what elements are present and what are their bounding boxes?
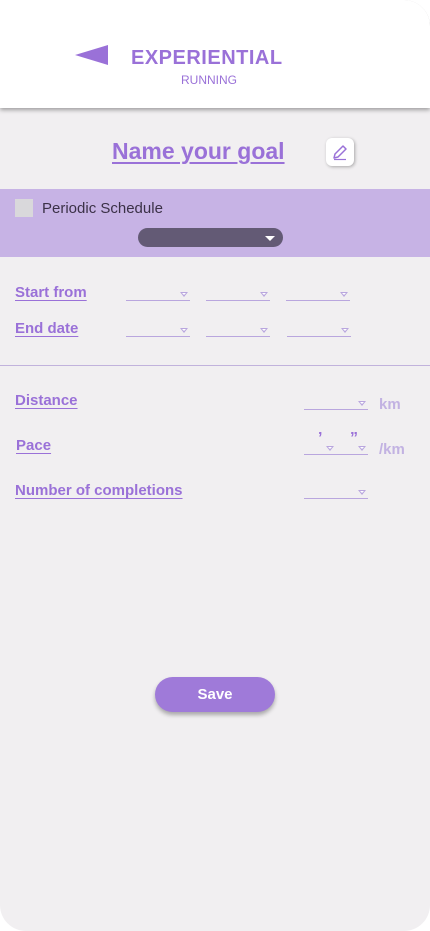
save-button[interactable]: Save <box>155 677 275 712</box>
dropdown-arrow-icon <box>358 401 366 406</box>
dropdown-arrow-icon <box>358 446 366 451</box>
end-month-dropdown[interactable] <box>206 326 270 337</box>
pencil-icon <box>333 145 347 161</box>
start-year-dropdown[interactable] <box>286 290 350 301</box>
dropdown-arrow-icon <box>260 292 268 297</box>
pace-minutes-dropdown[interactable] <box>304 444 336 455</box>
app-subtitle: RUNNING <box>181 73 237 87</box>
dropdown-arrow-icon <box>326 446 334 451</box>
start-from-label: Start from <box>15 284 87 301</box>
section-divider <box>0 365 430 366</box>
dropdown-arrow-icon <box>340 292 348 297</box>
dropdown-arrow-icon <box>260 328 268 333</box>
end-year-dropdown[interactable] <box>287 326 351 337</box>
end-date-label: End date <box>15 320 79 337</box>
schedule-select[interactable] <box>138 228 283 247</box>
dropdown-arrow-icon <box>358 490 366 495</box>
pace-label: Pace <box>16 437 52 454</box>
pace-seconds-dropdown[interactable] <box>336 444 368 455</box>
dropdown-arrow-icon <box>341 328 349 333</box>
chevron-down-icon <box>265 236 275 241</box>
end-day-dropdown[interactable] <box>126 326 190 337</box>
app-header: EXPERIENTIAL RUNNING <box>0 0 430 108</box>
distance-dropdown[interactable] <box>304 399 368 410</box>
dropdown-arrow-icon <box>180 292 188 297</box>
distance-label: Distance <box>15 392 78 409</box>
goal-name-title[interactable]: Name your goal <box>112 138 285 165</box>
start-month-dropdown[interactable] <box>206 290 270 301</box>
back-triangle-icon[interactable] <box>75 45 108 65</box>
start-day-dropdown[interactable] <box>126 290 190 301</box>
periodic-schedule-label: Periodic Schedule <box>42 200 163 217</box>
edit-goal-button[interactable] <box>326 138 354 166</box>
pace-unit: /km <box>379 441 405 458</box>
dropdown-arrow-icon <box>180 328 188 333</box>
app-screen: EXPERIENTIAL RUNNING Name your goal Peri… <box>0 0 430 931</box>
distance-unit: km <box>379 396 401 413</box>
app-title: EXPERIENTIAL <box>131 47 283 69</box>
periodic-schedule-checkbox[interactable] <box>15 199 33 217</box>
completions-dropdown[interactable] <box>304 488 368 499</box>
completions-label: Number of completions <box>15 482 183 499</box>
